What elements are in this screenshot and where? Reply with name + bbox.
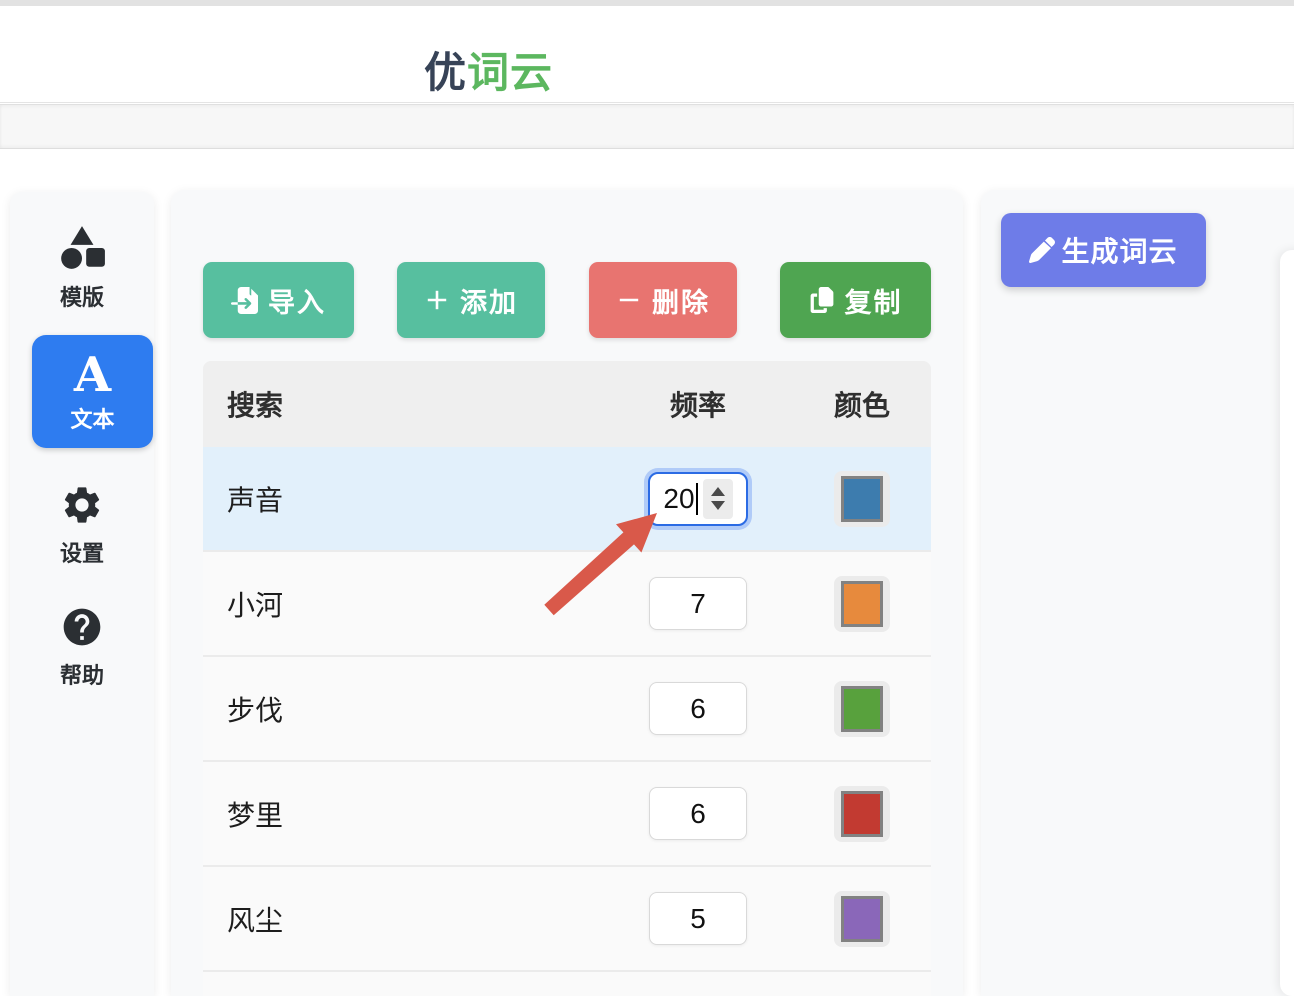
frequency-input[interactable]: 20 [648, 472, 748, 526]
delete-button[interactable]: 删除 [589, 262, 737, 338]
stepper-down-icon[interactable] [711, 501, 725, 510]
column-header-frequency: 频率 [603, 384, 793, 424]
generate-wordcloud-button[interactable]: 生成词云 [1001, 213, 1206, 287]
word-cell: 步伐 [203, 689, 603, 729]
frequency-input[interactable] [649, 787, 747, 840]
text-caret [696, 483, 698, 515]
title-prefix: 优 [424, 49, 467, 96]
word-cell: 梦里 [203, 794, 603, 834]
table-row[interactable]: 梦里 [203, 762, 931, 867]
sub-header-band [0, 104, 1294, 149]
word-cell: 小河 [203, 584, 603, 624]
add-button[interactable]: 添加 [397, 262, 545, 338]
word-table: 搜索 频率 颜色 声音 20 [203, 361, 931, 996]
sidebar-item-label: 模版 [60, 280, 104, 312]
color-swatch [841, 791, 883, 837]
table-row[interactable]: 小河 [203, 552, 931, 657]
wordcloud-canvas-card [1280, 250, 1294, 996]
add-button-label: 添加 [460, 281, 518, 320]
sidebar-item-template[interactable]: 模版 [10, 225, 154, 312]
sidebar-item-label: 文本 [70, 402, 114, 434]
file-import-icon [231, 287, 258, 314]
color-picker[interactable] [834, 576, 890, 632]
title-suffix: 词云 [467, 49, 553, 96]
color-swatch [841, 476, 883, 522]
color-swatch [841, 581, 883, 627]
pen-icon [1029, 237, 1055, 263]
frequency-input[interactable] [649, 682, 747, 735]
delete-button-label: 删除 [652, 281, 710, 320]
copy-button[interactable]: 复制 [780, 262, 931, 338]
page-title: 优词云 [424, 39, 553, 100]
sidebar-item-text[interactable]: A 文本 [32, 335, 153, 448]
color-picker[interactable] [834, 471, 890, 527]
word-list-panel: 导入 添加 删除 复制 搜索 频率 颜色 声音 20 [171, 190, 963, 996]
gear-icon [60, 483, 104, 527]
column-header-color: 颜色 [793, 384, 931, 424]
help-icon [60, 605, 104, 649]
frequency-input[interactable] [649, 892, 747, 945]
import-button-label: 导入 [268, 281, 326, 320]
plus-icon [424, 287, 450, 313]
column-header-search: 搜索 [203, 384, 603, 424]
generate-button-label: 生成词云 [1061, 230, 1177, 270]
preview-panel: 生成词云 [981, 190, 1294, 996]
app-header: 优词云 [0, 6, 1294, 103]
word-cell: 风尘 [203, 899, 603, 939]
color-picker[interactable] [834, 681, 890, 737]
frequency-input[interactable] [649, 577, 747, 630]
sidebar-item-label: 帮助 [60, 658, 104, 690]
color-swatch [841, 896, 883, 942]
color-swatch [841, 686, 883, 732]
import-button[interactable]: 导入 [203, 262, 354, 338]
frequency-value: 20 [663, 483, 694, 515]
sidebar-item-help[interactable]: 帮助 [10, 605, 154, 690]
table-header: 搜索 频率 颜色 [203, 361, 931, 447]
word-cell: 声音 [203, 479, 603, 519]
copy-icon [809, 287, 835, 313]
copy-button-label: 复制 [845, 281, 903, 320]
color-picker[interactable] [834, 891, 890, 947]
letter-a-icon: A [74, 350, 111, 400]
table-row[interactable]: 声音 20 [203, 447, 931, 552]
sidebar-item-label: 设置 [60, 536, 104, 568]
shapes-icon [57, 225, 107, 271]
table-row [203, 972, 931, 996]
number-stepper[interactable] [703, 479, 733, 519]
color-picker[interactable] [834, 786, 890, 842]
sidebar-item-settings[interactable]: 设置 [10, 483, 154, 568]
table-row[interactable]: 步伐 [203, 657, 931, 762]
minus-icon [616, 287, 642, 313]
stepper-up-icon[interactable] [711, 487, 725, 496]
table-row[interactable]: 风尘 [203, 867, 931, 972]
sidebar: 模版 A 文本 设置 帮助 [10, 192, 154, 996]
